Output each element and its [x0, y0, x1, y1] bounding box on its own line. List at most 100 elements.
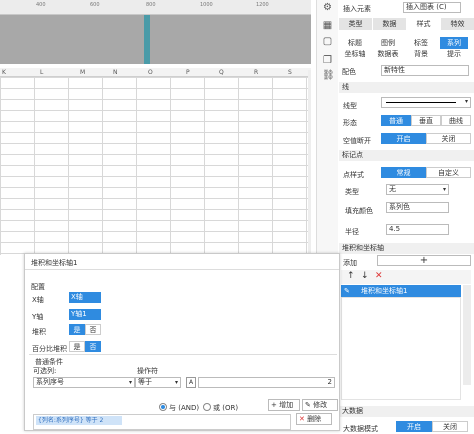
divider	[25, 269, 339, 270]
ruler-tick: 1000	[200, 2, 213, 8]
arrow-up-icon[interactable]: ↑	[347, 271, 355, 281]
color-scheme-select[interactable]: 新特性	[381, 65, 469, 76]
insert-chart-dropdown[interactable]: 插入图表 (C)	[403, 2, 461, 13]
chevron-down-icon: ▾	[174, 379, 178, 386]
chart-canvas-area	[0, 15, 311, 64]
percent-stack-label: 百分比堆积	[32, 345, 67, 353]
line-section-title: 线	[342, 83, 349, 91]
chevron-down-icon: ▾	[464, 98, 468, 105]
or-radio[interactable]	[203, 403, 211, 411]
marker-style-custom[interactable]: 自定义	[426, 167, 471, 178]
column-header[interactable]: S	[288, 68, 292, 77]
subtab-background[interactable]: 背景	[407, 48, 435, 60]
column-header[interactable]: O	[148, 68, 153, 77]
column-header[interactable]: L	[40, 68, 43, 77]
y-axis-label: Y轴	[32, 313, 44, 321]
fill-color-select[interactable]: 系列色	[386, 202, 449, 213]
or-label: 或 (OR)	[213, 404, 239, 412]
chart-icon[interactable]: ▦	[322, 20, 333, 31]
percent-no[interactable]: 否	[85, 341, 101, 352]
operator-select[interactable]: 等于 ▾	[135, 377, 181, 388]
add-condition-button[interactable]: + 增加	[268, 399, 300, 411]
marker-style-normal[interactable]: 常规	[381, 167, 426, 178]
value-text: 2	[327, 378, 332, 386]
add-label: 添加	[343, 259, 357, 267]
subtab-datatable[interactable]: 数据表	[374, 48, 402, 60]
stack-no[interactable]: 否	[85, 324, 101, 335]
column-header-row: K L M N O P Q R S	[0, 68, 311, 77]
null-break-off[interactable]: 关闭	[426, 133, 471, 144]
y-axis-value: Y轴1	[71, 310, 87, 318]
marker-section-title: 标记点	[342, 151, 363, 159]
subtab-axis[interactable]: 坐标轴	[341, 48, 369, 60]
null-break-label: 空值断开	[343, 137, 371, 145]
resize-handle[interactable]	[144, 15, 150, 64]
vertical-scrollbar[interactable]	[308, 70, 311, 255]
null-break-on[interactable]: 开启	[381, 133, 426, 144]
bigdata-section-header[interactable]: 大数据	[339, 406, 474, 417]
value-input[interactable]: 2	[198, 377, 335, 388]
y-axis-select[interactable]: Y轴1	[69, 309, 101, 320]
ruler-tick: 800	[146, 2, 156, 8]
and-radio[interactable]	[159, 403, 167, 411]
marker-section-header[interactable]: 标记点	[339, 150, 474, 161]
bigdata-off[interactable]: 关闭	[432, 421, 468, 432]
x-axis-select[interactable]: X轴	[69, 292, 101, 303]
candidate-column-value: 系列序号	[36, 378, 64, 386]
shape-vertical[interactable]: 垂直	[411, 115, 441, 126]
line-type-select[interactable]: ▾	[381, 97, 471, 108]
layers-icon[interactable]: ❐	[322, 55, 333, 66]
subtab-tooltip[interactable]: 提示	[440, 48, 468, 60]
config-label: 配置	[31, 283, 45, 291]
spreadsheet-grid[interactable]	[0, 77, 311, 255]
color-label: 配色	[342, 68, 356, 76]
stack-list-item-label: 堆积和坐标轴1	[361, 287, 408, 295]
color-scheme-value: 新特性	[384, 66, 405, 74]
column-header[interactable]: N	[113, 68, 118, 77]
x-axis-value: X轴	[71, 293, 83, 301]
link-icon[interactable]: ⛓	[322, 70, 335, 81]
shape-normal[interactable]: 普通	[381, 115, 411, 126]
stack-section-header[interactable]: 堆积和坐标轴	[339, 243, 474, 254]
panel-scrollbar[interactable]	[463, 285, 471, 385]
condition-item[interactable]: {列名:系列序号} 等于 2	[36, 416, 122, 425]
modify-condition-button[interactable]: ✎ 修改	[302, 399, 338, 411]
stack-yes[interactable]: 是	[69, 324, 85, 335]
settings-icon[interactable]: ⚙	[322, 2, 333, 13]
insert-chart-label: 插入图表 (C)	[406, 3, 447, 11]
line-section-header[interactable]: 线	[339, 82, 474, 93]
ruler-tick: 400	[36, 2, 46, 8]
tab-style[interactable]: 样式	[407, 18, 440, 30]
tab-type[interactable]: 类型	[339, 18, 372, 30]
horizontal-ruler: 400 600 800 1000 1200	[0, 0, 311, 15]
insert-element-label[interactable]: 插入元素	[343, 4, 371, 14]
column-header[interactable]: M	[80, 68, 85, 77]
tab-effects[interactable]: 特效	[441, 18, 474, 30]
column-header[interactable]: K	[2, 68, 6, 77]
column-header[interactable]: Q	[219, 68, 224, 77]
radius-input[interactable]: 4.5	[386, 224, 449, 235]
close-icon: ✕	[299, 415, 308, 423]
shape-label: 形态	[343, 119, 357, 127]
candidate-column-select[interactable]: 系列序号 ▾	[33, 377, 135, 388]
radius-label: 半径	[345, 228, 359, 236]
arrow-down-icon[interactable]: ↓	[361, 271, 369, 281]
condition-list: {列名:系列序号} 等于 2	[33, 414, 291, 430]
bigdata-on[interactable]: 开启	[396, 421, 432, 432]
shape-curve[interactable]: 曲线	[441, 115, 471, 126]
and-label: 与 (AND)	[169, 404, 200, 412]
add-stack-button[interactable]: +	[377, 255, 471, 266]
marker-type-label: 类型	[345, 188, 359, 196]
column-header[interactable]: P	[186, 68, 190, 77]
percent-yes[interactable]: 是	[69, 341, 85, 352]
stack-list-item[interactable]: ✎ 堆积和坐标轴1	[341, 285, 461, 297]
column-header[interactable]: R	[254, 68, 258, 77]
edit-icon[interactable]: ✎	[344, 285, 350, 297]
delete-condition-button[interactable]: ✕ 删除	[296, 413, 332, 425]
frame-icon[interactable]: ▢	[322, 36, 333, 47]
marker-type-select[interactable]: 无 ▾	[386, 184, 449, 195]
tab-data[interactable]: 数据	[373, 18, 406, 30]
formula-icon[interactable]: A	[186, 377, 196, 388]
bigdata-section-title: 大数据	[342, 407, 363, 415]
delete-icon[interactable]: ✕	[375, 271, 383, 281]
